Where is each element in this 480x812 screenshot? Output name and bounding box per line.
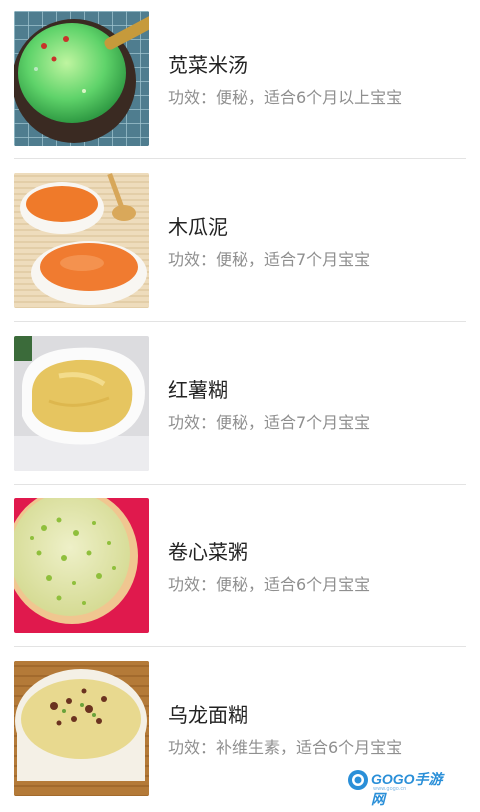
recipe-effect: 功效：便秘，适合7个月宝宝 <box>168 250 371 269</box>
list-item[interactable]: 木瓜泥 功效：便秘，适合7个月宝宝 <box>0 162 480 324</box>
divider <box>14 646 466 647</box>
recipe-effect: 功效：便秘，适合6个月宝宝 <box>168 575 371 594</box>
recipe-title: 木瓜泥 <box>168 215 228 239</box>
recipe-thumbnail <box>14 336 149 471</box>
recipe-effect: 功效：补维生素，适合6个月宝宝 <box>168 738 403 757</box>
recipe-title: 乌龙面糊 <box>168 703 248 727</box>
watermark-url: www.gogo.cn <box>373 786 407 792</box>
recipe-title: 卷心菜粥 <box>168 540 248 564</box>
divider <box>14 321 466 322</box>
recipe-thumbnail <box>14 661 149 796</box>
recipe-title: 苋菜米汤 <box>168 53 248 77</box>
recipe-thumbnail <box>14 498 149 633</box>
recipe-thumbnail <box>14 173 149 308</box>
divider <box>14 484 466 485</box>
gogo-logo-icon <box>348 770 368 790</box>
list-item[interactable]: 苋菜米汤 功效：便秘，适合6个月以上宝宝 <box>0 0 480 162</box>
recipe-effect: 功效：便秘，适合7个月宝宝 <box>168 413 371 432</box>
divider <box>14 158 466 159</box>
gogo-watermark-logo: GOGO手游网 www.gogo.cn <box>347 766 447 807</box>
recipe-thumbnail <box>14 11 149 146</box>
list-item[interactable]: 红薯糊 功效：便秘，适合7个月宝宝 <box>0 325 480 487</box>
list-item[interactable]: 卷心菜粥 功效：便秘，适合6个月宝宝 <box>0 487 480 649</box>
recipe-effect: 功效：便秘，适合6个月以上宝宝 <box>168 88 403 107</box>
recipe-title: 红薯糊 <box>168 378 228 402</box>
